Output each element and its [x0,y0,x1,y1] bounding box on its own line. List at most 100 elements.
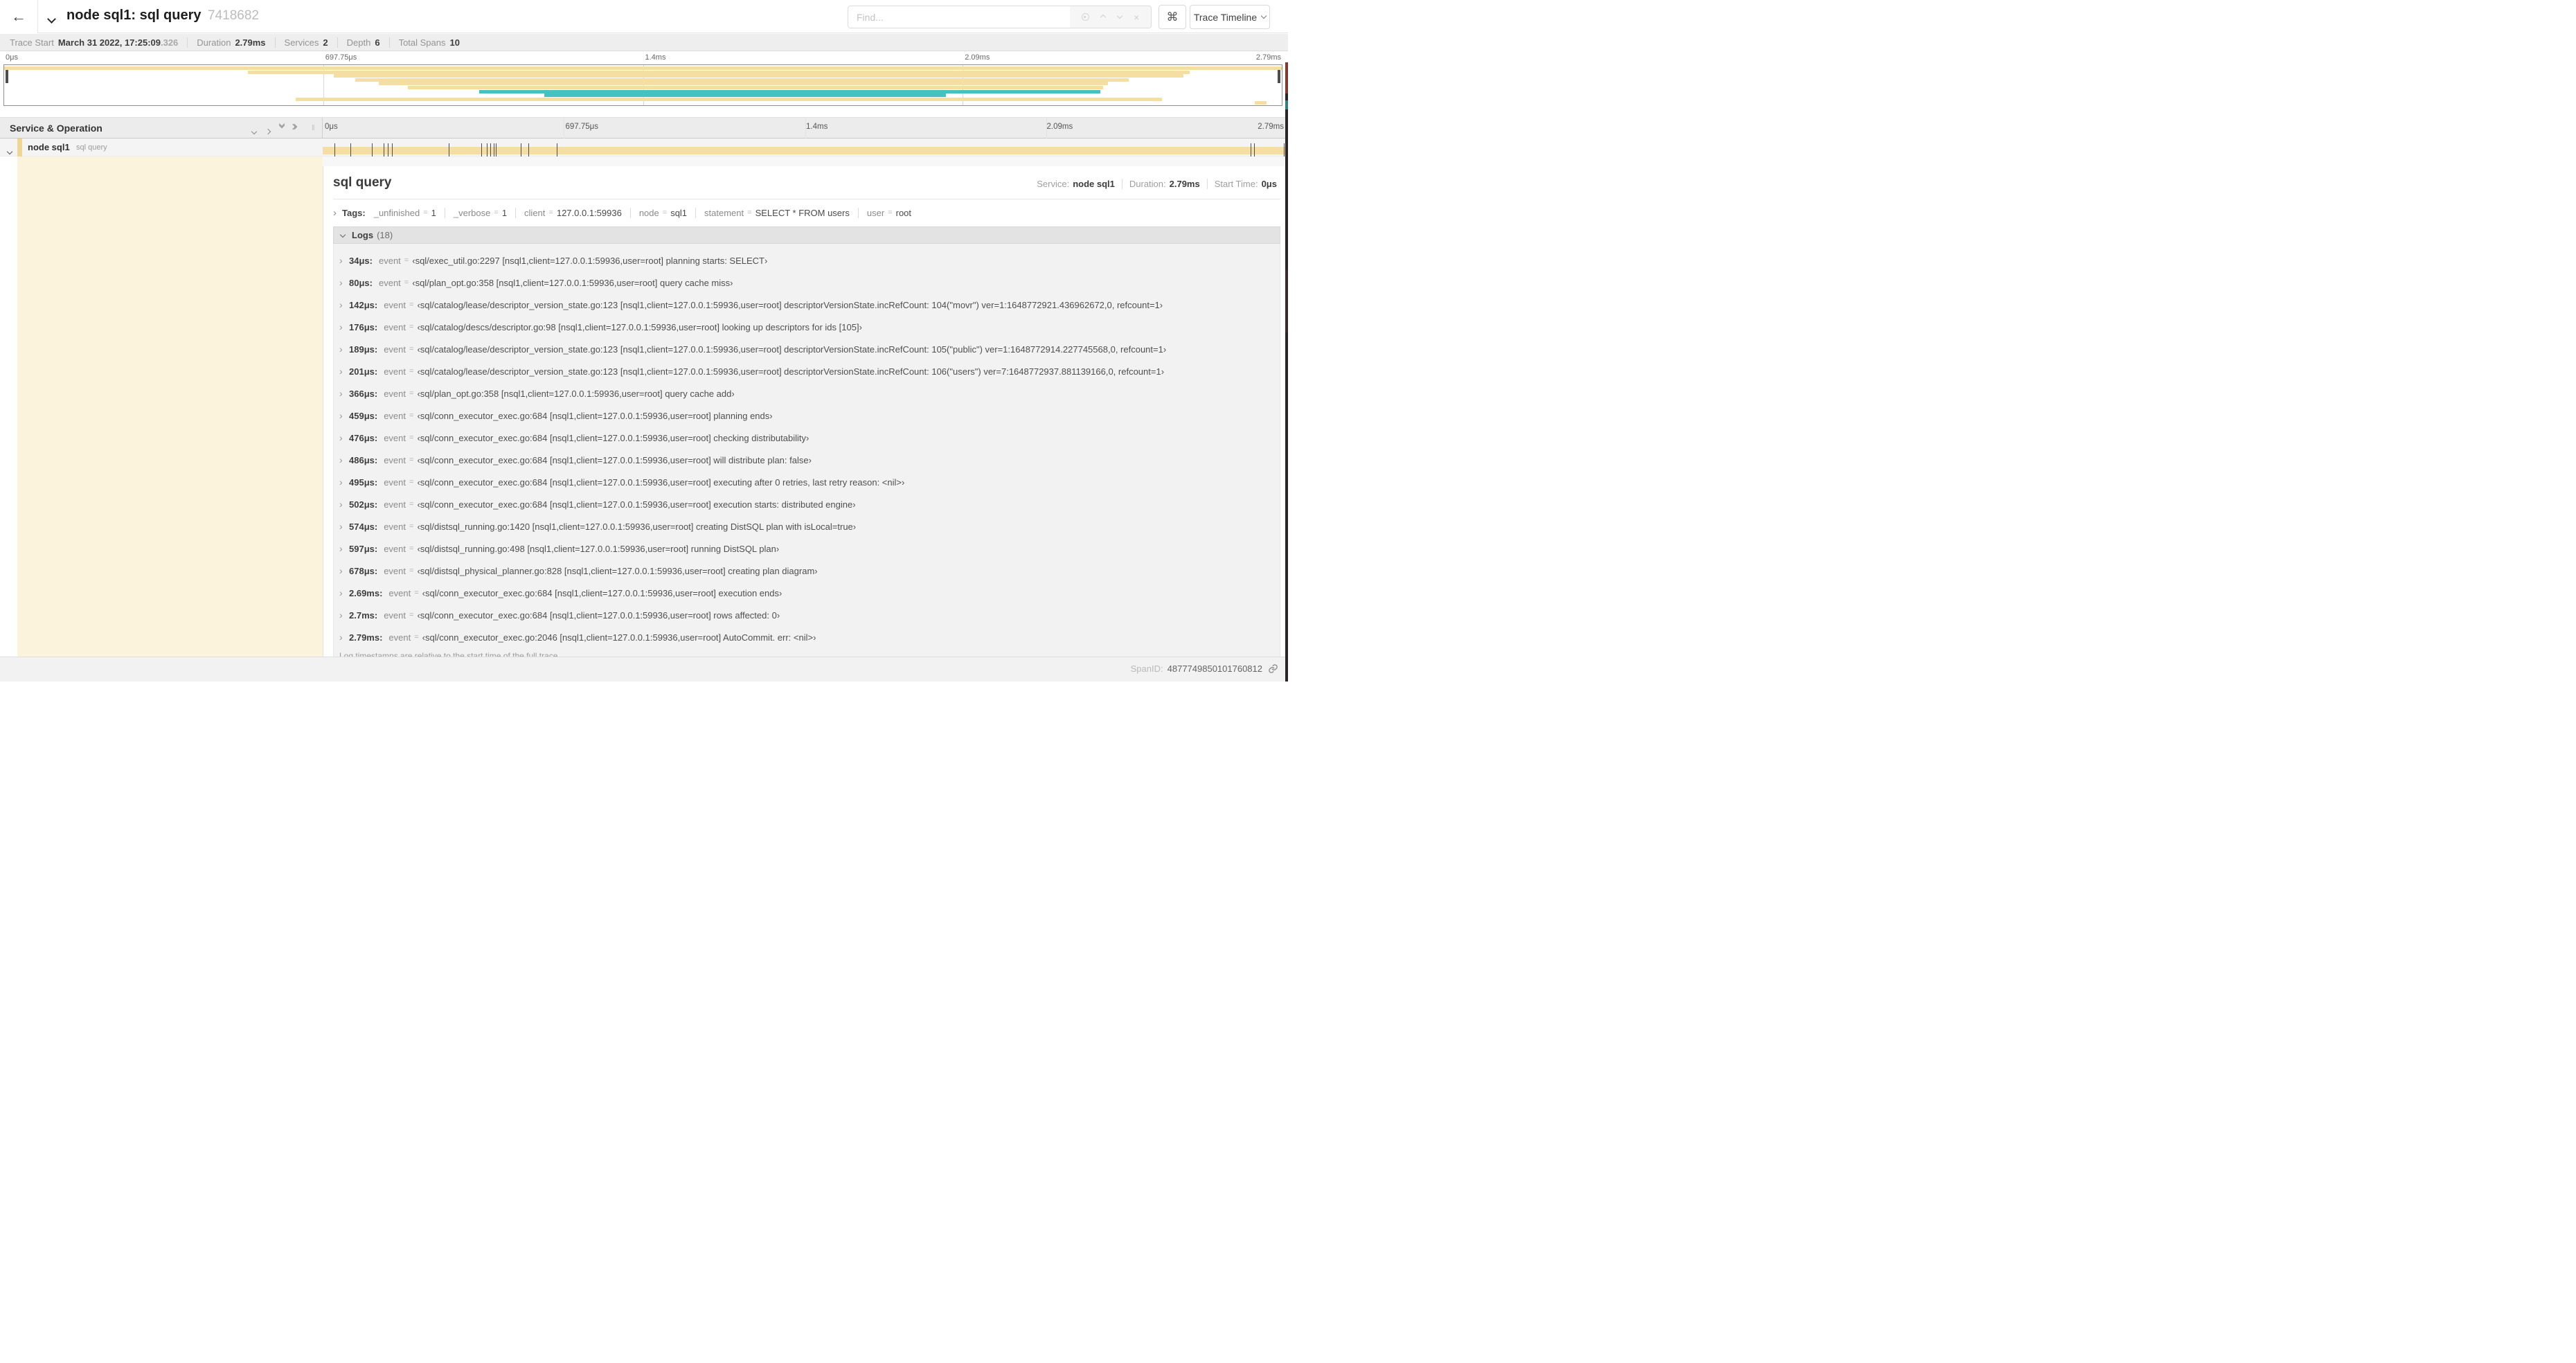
log-row[interactable]: › 502μs: event = ‹sql/conn_executor_exec.go:… [334,493,1280,515]
equals-sign: = [414,633,419,641]
log-row[interactable]: › 201μs: event = ‹sql/catalog/lease/descript… [334,360,1280,382]
log-timestamp: 189μs: [349,344,378,355]
tag-value: SELECT * FROM users [755,207,850,218]
link-icon[interactable] [1268,663,1278,674]
chevron-down-icon[interactable] [6,145,13,157]
chevron-right-icon: › [339,344,343,355]
log-row[interactable]: › 2.69ms: event = ‹sql/conn_executor_exec.go… [334,582,1280,604]
tag-item: _unfinished = 1 [374,208,445,218]
span-duration-bar[interactable] [323,147,1285,154]
log-row[interactable]: › 678μs: event = ‹sql/distsql_physical_plann… [334,560,1280,582]
ruler-tick-label: 697.75μs [325,53,357,62]
log-field-value: ‹sql/catalog/lease/descriptor_version_st… [417,299,1163,310]
log-row[interactable]: › 2.79ms: event = ‹sql/conn_executor_exec.go… [334,626,1280,648]
log-field-value: ‹sql/catalog/descs/descriptor.go:98 [nsq… [417,321,862,332]
find-controls: × [1070,6,1151,28]
span-detail-meta: Service: node sql1 Duration: 2.79ms Start Ti… [1030,179,1277,189]
minimap-span [544,93,946,98]
meta-value: 0μs [1261,179,1277,189]
log-row[interactable]: › 574μs: event = ‹sql/distsql_running.go:142… [334,515,1280,537]
timeline-ruler: 0μs 697.75μs 1.4ms 2.09ms 2.79ms [323,123,1285,134]
chevron-right-icon: › [339,277,343,288]
log-timestamp: 2.79ms: [349,632,383,643]
log-field-value: ‹sql/conn_executor_exec.go:684 [nsql1,cl… [417,476,905,488]
log-row[interactable]: › 459μs: event = ‹sql/conn_executor_exec.go:… [334,404,1280,427]
log-row[interactable]: › 2.7ms: event = ‹sql/conn_executor_exec.go:… [334,604,1280,626]
view-select-button[interactable]: Trace Timeline [1190,5,1270,29]
chevron-right-icon: › [339,499,343,510]
minimap-span [408,86,1103,89]
tag-key: _verbose [453,207,491,218]
log-row[interactable]: › 366μs: event = ‹sql/plan_opt.go:358 [nsql1… [334,382,1280,404]
keyboard-shortcuts-button[interactable]: ⌘ [1159,5,1186,29]
chevron-down-icon[interactable] [1116,12,1122,19]
equals-sign: = [404,278,409,287]
equals-sign: = [423,208,428,217]
expand-one-button[interactable] [265,125,271,137]
title-collapse-button[interactable] [47,13,56,26]
span-detail-panel: sql query Service: node sql1 Duration: 2.79… [323,166,1285,668]
trace-stat: Services 2 [285,37,338,48]
find-input[interactable] [848,6,1070,28]
equals-sign: = [409,544,414,553]
log-field-value: ‹sql/plan_opt.go:358 [nsql1,client=127.0… [412,277,733,288]
bottom-bar: SpanID: 4877749850101760812 [0,657,1288,682]
log-field-key: event [388,632,411,643]
stat-value: March 31 2022, 17:25:09 [57,37,161,48]
chevron-right-icon: › [339,543,343,554]
log-row[interactable]: › 142μs: event = ‹sql/catalog/lease/descript… [334,294,1280,316]
tags-row[interactable]: › Tags: _unfinished = 1 _verbose = 1 client = 12… [333,205,1280,220]
chevron-right-icon: › [339,388,343,399]
stat-label: Duration [197,37,231,48]
log-field-key: event [384,521,406,532]
stat-label: Services [284,37,319,48]
log-timestamp: 459μs: [349,410,378,421]
log-row[interactable]: › 597μs: event = ‹sql/distsql_running.go:498… [334,537,1280,560]
close-icon[interactable]: × [1134,12,1139,22]
log-field-key: event [388,587,411,598]
top-bar: ← node sql1: sql query 7418682 × ⌘ Trace… [0,0,1288,33]
log-field-key: event [384,321,406,332]
log-timestamp: 486μs: [349,454,378,465]
meta-label: Start Time: [1214,179,1258,189]
log-row[interactable]: › 486μs: event = ‹sql/conn_executor_exec.go:… [334,449,1280,471]
column-resizer-grip[interactable]: ‖ [312,124,316,132]
span-operation-name: sql query [76,143,107,152]
log-row[interactable]: › 34μs: event = ‹sql/exec_util.go:2297 [nsql… [334,249,1280,271]
chevron-up-icon[interactable] [1100,14,1107,20]
meta-label: Duration: [1129,179,1166,189]
minimap-span [355,78,1129,82]
expand-all-button[interactable] [289,123,298,137]
collapse-one-button[interactable] [251,125,258,137]
log-field-key: event [384,454,406,465]
equals-sign: = [409,301,414,309]
minimap-canvas[interactable] [3,64,1282,106]
trace-stat: Total Spans 10 [399,37,469,48]
trace-stat: Duration 2.79ms [197,37,276,48]
equals-sign: = [888,208,893,217]
span-id-value: 4877749850101760812 [1167,663,1262,674]
logs-count: (18) [377,230,393,240]
log-row[interactable]: › 189μs: event = ‹sql/catalog/lease/descript… [334,338,1280,360]
span-id-row: SpanID: 4877749850101760812 [1131,663,1278,674]
log-row[interactable]: › 476μs: event = ‹sql/conn_executor_exec.go:… [334,427,1280,449]
log-field-value: ‹sql/conn_executor_exec.go:684 [nsql1,cl… [417,410,773,421]
log-field-value: ‹sql/conn_executor_exec.go:684 [nsql1,cl… [417,454,812,465]
log-row[interactable]: › 80μs: event = ‹sql/plan_opt.go:358 [nsql1,… [334,271,1280,294]
equals-sign: = [404,256,409,265]
detail-meta-item: Start Time: 0μs [1208,179,1277,189]
logs-header[interactable]: Logs (18) [333,226,1280,244]
chevron-right-icon: › [339,366,343,377]
collapse-all-button[interactable] [278,121,285,137]
trace-timeline-page: ← node sql1: sql query 7418682 × ⌘ Trace… [0,0,1288,682]
log-field-value: ‹sql/distsql_running.go:1420 [nsql1,clie… [417,521,857,532]
focus-target-icon[interactable] [1081,13,1089,21]
log-field-value: ‹sql/conn_executor_exec.go:684 [nsql1,cl… [422,587,782,598]
equals-sign: = [548,208,553,217]
back-button[interactable]: ← [0,0,38,33]
log-row[interactable]: › 176μs: event = ‹sql/catalog/descs/descript… [334,316,1280,338]
log-row[interactable]: › 495μs: event = ‹sql/conn_executor_exec.go:… [334,471,1280,493]
log-field-value: ‹sql/distsql_running.go:498 [nsql1,clien… [417,543,780,554]
back-arrow-icon: ← [11,8,26,25]
log-timestamp: 2.7ms: [349,609,378,621]
